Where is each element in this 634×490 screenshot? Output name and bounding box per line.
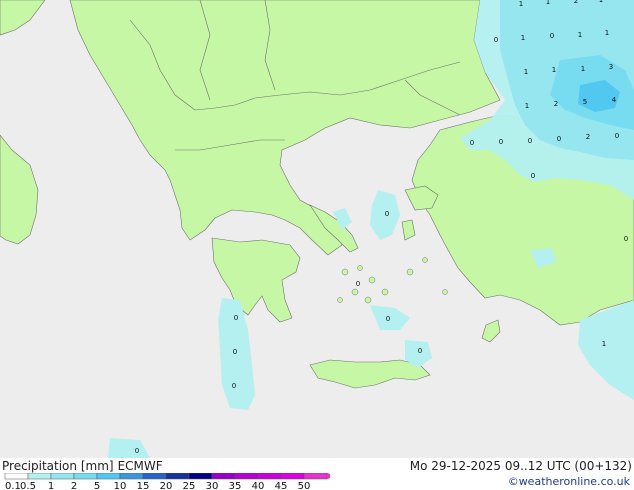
precip-value: 1 bbox=[525, 102, 529, 110]
legend-label: 5 bbox=[94, 481, 100, 490]
precip-value: 0 bbox=[624, 235, 628, 243]
title-text: Precipitation [mm] bbox=[2, 459, 114, 473]
legend-swatch bbox=[165, 473, 190, 480]
precip-value: 0 bbox=[528, 137, 532, 145]
legend-label: 15 bbox=[137, 481, 150, 490]
precip-value: 0 bbox=[385, 210, 389, 218]
precip-value: 0 bbox=[135, 447, 139, 455]
legend-label: 0.1 bbox=[5, 481, 21, 490]
precip-value: 0 bbox=[233, 348, 237, 356]
precip-value: 0 bbox=[615, 132, 619, 140]
model-name: ECMWF bbox=[117, 459, 163, 473]
precip-value: 4 bbox=[612, 96, 617, 104]
precip-value: 0 bbox=[470, 139, 474, 147]
legend-label: 35 bbox=[229, 481, 242, 490]
precip-value: 3 bbox=[609, 63, 613, 71]
legend-label: 45 bbox=[275, 481, 288, 490]
legend-label: 20 bbox=[160, 481, 173, 490]
precip-value: 0 bbox=[550, 32, 554, 40]
legend-label: 30 bbox=[206, 481, 219, 490]
precip-value: 0 bbox=[234, 314, 238, 322]
legend-label: 25 bbox=[183, 481, 196, 490]
precip-value: 1 bbox=[602, 340, 606, 348]
legend-swatch bbox=[188, 473, 213, 480]
precip-value: 0 bbox=[356, 280, 360, 288]
precip-value: 0 bbox=[386, 315, 390, 323]
legend-swatch bbox=[234, 473, 259, 480]
precip-value: 0 bbox=[418, 347, 422, 355]
legend-label: 50 bbox=[298, 481, 311, 490]
precip-value: 1 bbox=[605, 29, 609, 37]
legend-swatch bbox=[211, 473, 236, 480]
precip-value: 2 bbox=[574, 0, 578, 5]
legend-swatch bbox=[4, 473, 29, 480]
legend-label: 10 bbox=[114, 481, 127, 490]
color-legend: 0.1 0.5 1 2 5 10 15 20 25 30 35 40 45 50 bbox=[4, 473, 330, 490]
legend-swatch bbox=[257, 473, 282, 480]
precip-value: 1 bbox=[599, 0, 603, 4]
legend-swatch bbox=[96, 473, 121, 480]
legend-swatch bbox=[73, 473, 98, 480]
map-title: Precipitation [mm] ECMWF bbox=[2, 459, 163, 473]
legend-swatch bbox=[50, 473, 75, 480]
precip-value: 2 bbox=[586, 133, 590, 141]
legend-label: 0.5 bbox=[20, 481, 36, 490]
precipitation-map: 1 1 2 1 0 1 0 1 1 1 1 1 3 1 2 5 4 0 0 0 0 2 0 0 0 0 0 0 0 0 0 1 0 0 bbox=[0, 0, 634, 458]
precip-value: 0 bbox=[499, 138, 503, 146]
precip-value: 1 bbox=[578, 31, 582, 39]
precip-value: 0 bbox=[531, 172, 535, 180]
legend-swatch bbox=[303, 473, 328, 480]
legend-swatch bbox=[142, 473, 167, 480]
credit-link[interactable]: ©weatheronline.co.uk bbox=[508, 475, 630, 488]
precip-value: 1 bbox=[521, 34, 525, 42]
precip-value: 1 bbox=[524, 68, 528, 76]
precip-value: 5 bbox=[583, 98, 587, 106]
precip-value: 0 bbox=[557, 135, 561, 143]
footer: Precipitation [mm] ECMWF Mo 29-12-2025 09… bbox=[0, 458, 634, 490]
precip-value: 1 bbox=[552, 66, 556, 74]
precip-value: 1 bbox=[546, 0, 550, 6]
precip-value: 2 bbox=[554, 100, 558, 108]
precip-value: 1 bbox=[581, 65, 585, 73]
legend-swatch bbox=[27, 473, 52, 480]
legend-swatch bbox=[119, 473, 144, 480]
precip-value: 1 bbox=[519, 0, 523, 8]
legend-label: 40 bbox=[252, 481, 265, 490]
valid-time: Mo 29-12-2025 09..12 UTC (00+132) bbox=[409, 459, 632, 473]
precip-value: 0 bbox=[494, 36, 498, 44]
legend-label: 2 bbox=[71, 481, 77, 490]
legend-swatch bbox=[280, 473, 305, 480]
precip-value: 0 bbox=[232, 382, 236, 390]
legend-label: 1 bbox=[48, 481, 54, 490]
legend-arrow bbox=[327, 473, 330, 479]
